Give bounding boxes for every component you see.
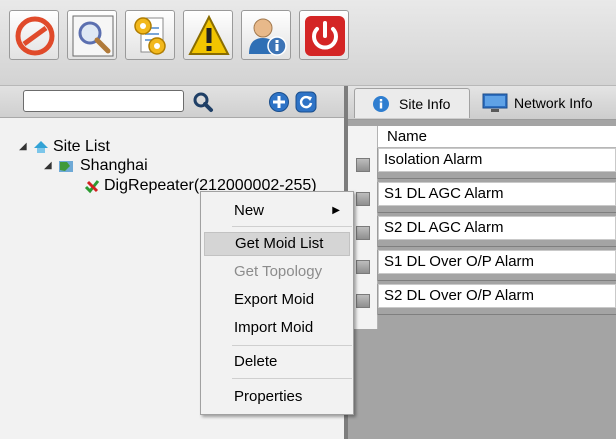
tab-label: Site Info bbox=[399, 96, 451, 112]
menu-item-label: Export Moid bbox=[234, 291, 315, 308]
table-cell: S1 DL Over O/P Alarm bbox=[378, 250, 616, 274]
warning-icon bbox=[188, 14, 230, 55]
row-selector-icon bbox=[356, 192, 370, 206]
menu-item-new[interactable]: New ▶ bbox=[204, 199, 350, 223]
refresh-icon[interactable] bbox=[295, 91, 317, 113]
menu-item-label: Import Moid bbox=[234, 319, 314, 336]
search-input[interactable] bbox=[23, 90, 184, 112]
expand-arrow-icon[interactable]: ◢ bbox=[44, 156, 52, 176]
menu-item-properties[interactable]: Properties bbox=[204, 385, 350, 409]
table-cell: S2 DL AGC Alarm bbox=[378, 216, 616, 240]
table-cell: S1 DL AGC Alarm bbox=[378, 182, 616, 206]
search-icon[interactable] bbox=[192, 91, 214, 113]
row-selector-icon bbox=[356, 294, 370, 308]
toolbar bbox=[0, 0, 616, 86]
tab-site-info[interactable]: Site Info bbox=[354, 88, 470, 118]
table-row[interactable]: S2 DL AGC Alarm bbox=[348, 216, 616, 247]
menu-separator bbox=[232, 378, 352, 379]
no-entry-button[interactable] bbox=[9, 10, 59, 60]
menu-separator bbox=[232, 345, 352, 346]
menu-separator bbox=[232, 226, 352, 227]
table-row[interactable]: Isolation Alarm bbox=[348, 148, 616, 179]
settings-document-icon bbox=[134, 17, 166, 55]
menu-item-get-moid-list[interactable]: Get Moid List bbox=[204, 232, 350, 256]
right-panel: Site Info Network Info Name Isolation Al… bbox=[348, 86, 616, 439]
row-selector-icon bbox=[356, 226, 370, 240]
power-icon bbox=[305, 16, 345, 56]
info-icon bbox=[373, 96, 389, 112]
column-header-name[interactable]: Name bbox=[378, 126, 616, 148]
menu-item-label: New bbox=[234, 202, 265, 219]
settings-document-button[interactable] bbox=[125, 10, 175, 60]
add-icon[interactable] bbox=[268, 91, 290, 113]
row-selector-icon bbox=[356, 158, 370, 172]
menu-item-label: Get Topology bbox=[234, 263, 323, 280]
context-menu: New ▶ Get Moid List Get Topology Export … bbox=[200, 191, 354, 415]
no-entry-icon bbox=[15, 16, 55, 56]
menu-item-get-topology: Get Topology bbox=[204, 260, 350, 284]
table-cell: Isolation Alarm bbox=[378, 148, 616, 172]
menu-item-label: Properties bbox=[234, 388, 303, 405]
menu-item-label: Delete bbox=[234, 353, 278, 370]
user-info-icon bbox=[249, 18, 287, 56]
table-row[interactable]: S1 DL Over O/P Alarm bbox=[348, 250, 616, 281]
home-icon bbox=[34, 141, 48, 153]
tab-bar: Site Info Network Info bbox=[348, 86, 616, 120]
user-info-button[interactable] bbox=[241, 10, 291, 60]
magnifier-icon bbox=[72, 15, 114, 57]
row-selector-icon bbox=[356, 260, 370, 274]
row-selector[interactable] bbox=[348, 148, 378, 179]
tab-network-info[interactable]: Network Info bbox=[472, 88, 616, 118]
search-button[interactable] bbox=[67, 10, 117, 60]
tab-label: Network Info bbox=[514, 95, 593, 111]
tree-label: Shanghai bbox=[80, 157, 148, 174]
expand-arrow-icon[interactable]: ◢ bbox=[19, 137, 27, 157]
menu-item-label: Get Moid List bbox=[235, 235, 324, 252]
table-cell: S2 DL Over O/P Alarm bbox=[378, 284, 616, 308]
repeater-icon bbox=[84, 180, 100, 194]
menu-item-export-moid[interactable]: Export Moid bbox=[204, 288, 350, 312]
warning-button[interactable] bbox=[183, 10, 233, 60]
menu-item-delete[interactable]: Delete bbox=[204, 350, 350, 374]
power-button[interactable] bbox=[299, 10, 349, 60]
menu-item-import-moid[interactable]: Import Moid bbox=[204, 316, 350, 340]
table-row[interactable]: S1 DL AGC Alarm bbox=[348, 182, 616, 213]
tree-label: Site List bbox=[53, 138, 110, 155]
table-row[interactable]: S2 DL Over O/P Alarm bbox=[348, 284, 616, 315]
search-bar bbox=[0, 86, 347, 118]
submenu-arrow-icon: ▶ bbox=[332, 205, 340, 216]
monitor-icon bbox=[482, 93, 508, 112]
map-icon bbox=[59, 161, 73, 172]
